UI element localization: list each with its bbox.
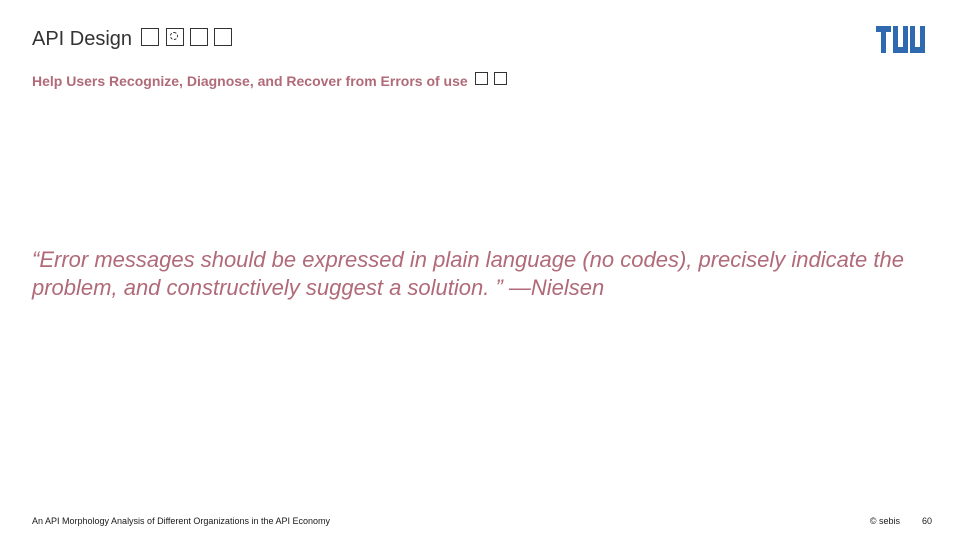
- placeholder-glyph-icon: [190, 28, 208, 46]
- placeholder-glyph-icon: [141, 28, 159, 46]
- placeholder-glyph-icon: [214, 28, 232, 46]
- slide-title: API Design: [32, 28, 132, 51]
- placeholder-glyph-icon: [475, 72, 488, 85]
- footer-page-number: 60: [922, 516, 932, 526]
- slide-subtitle: Help Users Recognize, Diagnose, and Reco…: [32, 73, 468, 89]
- footer-left-text: An API Morphology Analysis of Different …: [32, 516, 330, 526]
- slide-title-line: API Design: [32, 28, 233, 51]
- glyph-group: [140, 28, 233, 51]
- slide-footer: An API Morphology Analysis of Different …: [32, 516, 932, 526]
- subtitle-glyph-group: [474, 72, 508, 90]
- footer-copyright: © sebis: [870, 516, 900, 526]
- placeholder-glyph-icon: [494, 72, 507, 85]
- slide-header: API Design: [32, 28, 928, 51]
- footer-right: © sebis 60: [870, 516, 932, 526]
- tum-logo-icon: [876, 26, 928, 54]
- quote-text: “Error messages should be expressed in p…: [32, 246, 920, 302]
- tum-logo: [876, 26, 928, 59]
- slide-subtitle-line: Help Users Recognize, Diagnose, and Reco…: [32, 72, 508, 90]
- placeholder-glyph-icon: [166, 28, 184, 46]
